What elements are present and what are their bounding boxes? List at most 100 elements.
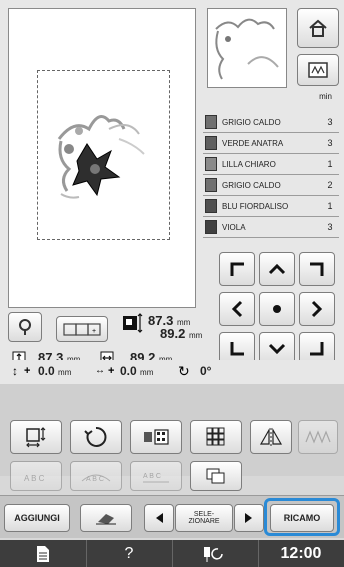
- home-icon: [309, 19, 327, 37]
- thread-time: 3: [327, 222, 333, 232]
- offset-x: 0.0 mm: [120, 364, 154, 378]
- resize-button[interactable]: [10, 420, 62, 454]
- help-button[interactable]: ?: [86, 540, 173, 567]
- grid-icon: [206, 427, 225, 446]
- eraser-icon: [96, 514, 116, 525]
- chevron-left-icon: [231, 300, 243, 318]
- sewing-status: [172, 540, 259, 567]
- thread-time: 1: [327, 159, 333, 169]
- edit-tools: A B C A B C A B C: [0, 384, 344, 491]
- hoop-icon: +: [63, 323, 101, 336]
- resize-icon: [26, 427, 46, 448]
- corner-down-left-icon: [230, 342, 244, 356]
- arc-text-button: A B C: [70, 461, 122, 491]
- horizontal-offset-icon: ↔: [95, 365, 105, 376]
- frame-button[interactable]: [190, 461, 242, 491]
- zoom-button[interactable]: [8, 312, 42, 342]
- text-spacing-icon: A B C: [143, 473, 169, 483]
- thread-time: 3: [327, 117, 333, 127]
- thread-swatch-icon: [205, 220, 217, 234]
- corner-up-right-icon: [310, 262, 324, 276]
- thread-row: GRIGIO CALDO 2: [203, 175, 339, 196]
- delete-button[interactable]: [80, 504, 132, 532]
- time-header: min: [319, 92, 332, 101]
- text-array-icon: A B C: [24, 474, 45, 483]
- chevron-down-icon: [268, 343, 286, 355]
- size-icon: [123, 313, 143, 333]
- move-left-button[interactable]: [219, 292, 255, 326]
- move-right-button[interactable]: [299, 292, 335, 326]
- plus-sign: +: [24, 365, 31, 377]
- plus-sign: +: [108, 365, 115, 377]
- density-button[interactable]: [130, 420, 182, 454]
- thread-name: GRIGIO CALDO: [222, 117, 281, 127]
- embroidery-design-preview: [57, 115, 145, 199]
- thread-color-list: GRIGIO CALDO 3 VERDE ANATRA 3 LILLA CHIA…: [203, 112, 339, 238]
- center-button[interactable]: [259, 292, 295, 326]
- highlight-frame: [264, 498, 340, 536]
- mirror-icon: [259, 427, 283, 446]
- magnifier-icon: [19, 319, 31, 335]
- move-up-right-button[interactable]: [299, 252, 335, 286]
- rotate-button[interactable]: [70, 420, 122, 454]
- rotate-icon: [84, 426, 107, 447]
- prev-select-button[interactable]: [144, 504, 174, 532]
- chevron-up-icon: [268, 263, 286, 275]
- svg-text:+: +: [92, 328, 96, 335]
- stitch-icon: [305, 430, 331, 444]
- next-select-button[interactable]: [234, 504, 264, 532]
- thread-name: BLU FIORDALISO: [222, 201, 289, 211]
- thread-row: GRIGIO CALDO 3: [203, 112, 339, 133]
- arc-text-icon: A B C: [81, 474, 111, 483]
- move-up-button[interactable]: [259, 252, 295, 286]
- text-array-button: A B C: [10, 461, 62, 491]
- select-label: SELE- ZIONARE: [175, 504, 233, 532]
- memory-button[interactable]: [297, 54, 339, 86]
- document-button[interactable]: [0, 540, 87, 567]
- vertical-offset-icon: ↕: [12, 364, 18, 378]
- move-up-left-button[interactable]: [219, 252, 255, 286]
- corner-up-left-icon: [230, 262, 244, 276]
- thread-swatch-icon: [205, 199, 217, 213]
- document-icon: [37, 545, 49, 562]
- offset-row: ↕ + 0.0 mm ↔ + 0.0 mm ↻ 0°: [0, 360, 344, 384]
- thread-swatch-icon: [205, 136, 217, 150]
- thread-row: VERDE ANATRA 3: [203, 133, 339, 154]
- thread-swatch-icon: [205, 178, 217, 192]
- rotate-icon: ↻: [178, 363, 190, 379]
- thread-name: VERDE ANATRA: [222, 138, 284, 148]
- stitch-button: [298, 420, 338, 454]
- frame-icon: [206, 468, 225, 484]
- thread-name: LILLA CHIARO: [222, 159, 276, 169]
- needle-icon: [204, 546, 223, 562]
- thread-swatch-icon: [205, 115, 217, 129]
- embroidery-canvas[interactable]: [8, 8, 196, 308]
- offset-y: 0.0 mm: [38, 364, 72, 378]
- hoop-size-button[interactable]: +: [56, 316, 108, 342]
- mirror-button[interactable]: [250, 420, 292, 454]
- thread-time: 1: [327, 201, 333, 211]
- thread-time: 3: [327, 138, 333, 148]
- status-bar: ? 12:00: [0, 540, 344, 567]
- text-spacing-button: A B C: [130, 461, 182, 491]
- triangle-left-icon: [156, 513, 163, 523]
- thread-name: VIOLA: [222, 222, 246, 232]
- layout-button[interactable]: [190, 420, 242, 454]
- embroidery-edit-screen: min GRIGIO CALDO 3 VERDE ANATRA 3 LILLA …: [0, 0, 344, 567]
- memory-icon: [308, 62, 328, 78]
- svg-text:A B C: A B C: [86, 476, 104, 483]
- thread-row: VIOLA 3: [203, 217, 339, 238]
- home-button[interactable]: [297, 8, 339, 48]
- thread-row: LILLA CHIARO 1: [203, 154, 339, 175]
- thread-name: GRIGIO CALDO: [222, 180, 281, 190]
- thread-swatch-icon: [205, 157, 217, 171]
- chevron-right-icon: [311, 300, 323, 318]
- svg-text:A B C: A B C: [143, 473, 161, 480]
- thread-row: BLU FIORDALISO 1: [203, 196, 339, 217]
- triangle-right-icon: [245, 513, 252, 523]
- svg-text:A B C: A B C: [24, 474, 45, 483]
- top-area: min GRIGIO CALDO 3 VERDE ANATRA 3 LILLA …: [0, 0, 344, 366]
- height-value: 89.2 mm: [160, 326, 203, 341]
- corner-down-right-icon: [310, 342, 324, 356]
- add-button[interactable]: AGGIUNGI: [4, 504, 70, 532]
